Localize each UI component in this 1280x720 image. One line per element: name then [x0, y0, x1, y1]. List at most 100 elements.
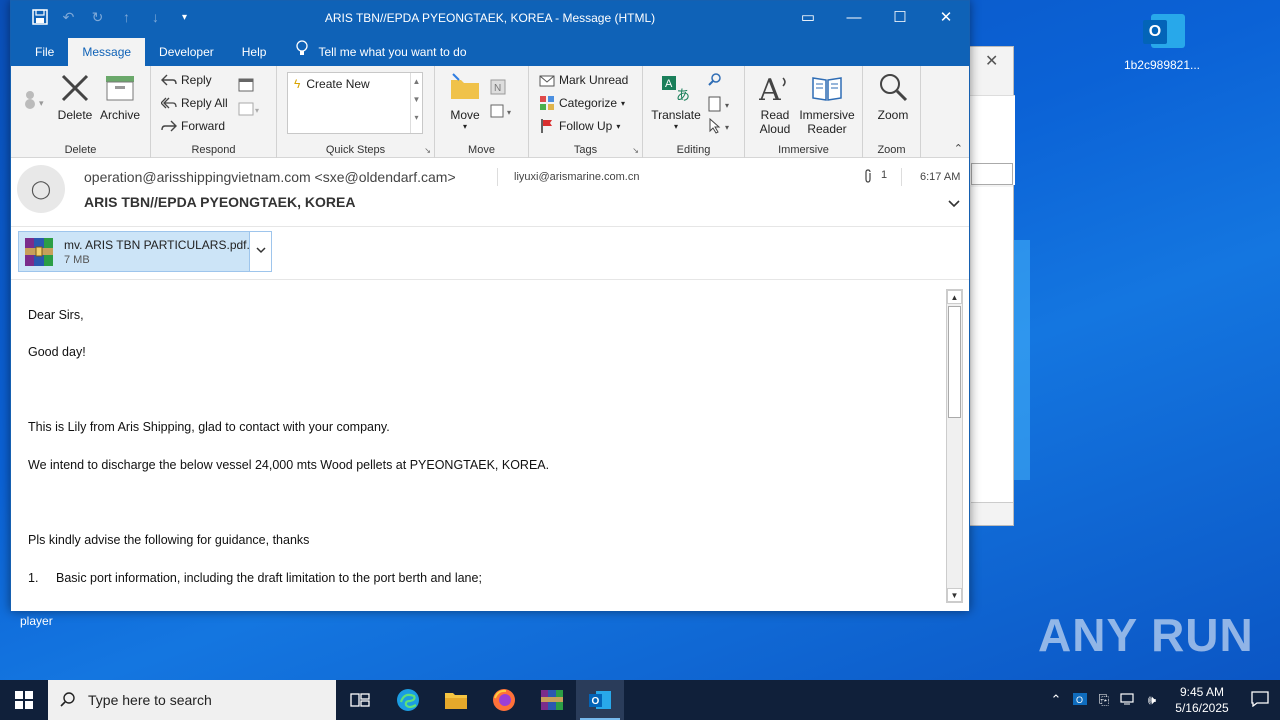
reply-button[interactable]: Reply [161, 72, 212, 88]
onenote-icon[interactable]: N [489, 78, 507, 96]
maximize-button[interactable]: ☐ [877, 1, 923, 35]
header-divider [901, 168, 902, 186]
sender[interactable]: operation@arisshippingvietnam.com <sxe@o… [84, 169, 456, 185]
scroll-thumb[interactable] [948, 306, 961, 418]
body-intro: This is Lily from Aris Shipping, glad to… [28, 420, 390, 434]
create-new-label: Create New [306, 77, 370, 91]
reply-all-icon [160, 95, 177, 111]
clock-date: 5/16/2025 [1175, 701, 1229, 715]
ribbon-display-options-icon[interactable]: ▭ [785, 1, 831, 35]
chevron-up-icon[interactable]: ⌃ [1044, 692, 1068, 708]
body-scrollbar[interactable]: ▲ ▼ [946, 289, 963, 603]
attachment-dropdown-icon[interactable] [249, 232, 271, 271]
firefox-icon[interactable] [480, 680, 528, 720]
read-aloud-button[interactable]: A Read Aloud [755, 72, 795, 136]
tab-developer[interactable]: Developer [145, 38, 228, 66]
delete-button[interactable]: Delete [57, 72, 93, 122]
categorize-button[interactable]: Categorize ▾ [539, 95, 625, 111]
outlook-icon: O [1139, 10, 1185, 52]
zoom-button[interactable]: Zoom [873, 72, 913, 122]
desktop-outlook-file-icon[interactable]: O 1b2c989821... [1122, 8, 1202, 72]
reply-all-button[interactable]: Reply All [160, 95, 228, 111]
svg-text:あ: あ [676, 87, 690, 103]
close-button[interactable]: ✕ [923, 1, 969, 35]
close-icon[interactable]: ✕ [985, 51, 998, 71]
outlook-tray-icon[interactable]: O [1068, 692, 1092, 709]
quick-steps-group: ϟ Create New ▲ ▼ ▾ Quick Steps ↘ [277, 66, 435, 158]
follow-up-button[interactable]: Follow Up ▾ [539, 118, 620, 134]
translate-button[interactable]: Aあ Translate ▾ [651, 72, 701, 131]
device-icon[interactable]: ⎘ [1092, 692, 1116, 708]
dialog-launcher-icon[interactable]: ↘ [632, 146, 639, 155]
volume-icon[interactable]: 🕪 [1140, 692, 1164, 708]
immersive-reader-icon [811, 72, 843, 104]
mark-unread-button[interactable]: Mark Unread [539, 72, 628, 88]
system-clock[interactable]: 9:45 AM 5/16/2025 [1164, 684, 1240, 716]
tags-group: Mark Unread Categorize ▾ Follow Up ▾ Tag… [529, 66, 643, 158]
task-view-icon[interactable] [336, 680, 384, 720]
recipient[interactable]: liyuxi@arismarine.com.cn [514, 171, 639, 183]
winrar-archive-icon [23, 236, 55, 268]
network-icon[interactable] [1116, 692, 1140, 709]
scroll-down-icon[interactable]: ▼ [947, 588, 962, 602]
ignore-icon[interactable]: ▾ [21, 88, 47, 113]
clock-time: 9:45 AM [1179, 685, 1225, 699]
tell-me-box[interactable]: Tell me what you want to do [280, 38, 467, 66]
move-button[interactable]: Move ▾ [445, 72, 485, 131]
avatar[interactable]: ◯ [17, 165, 65, 213]
winrar-icon[interactable] [528, 680, 576, 720]
tab-file[interactable]: File [21, 38, 68, 66]
select-icon[interactable]: ▾ [707, 118, 735, 134]
attachment-item[interactable]: mv. ARIS TBN PARTICULARS.pdf.7z 7 MB [18, 231, 272, 272]
follow-up-label: Follow Up [559, 119, 613, 133]
edge-icon[interactable] [384, 680, 432, 720]
folder-icon [449, 72, 481, 104]
message-body: Dear Sirs, Good day! This is Lily from A… [11, 281, 969, 611]
minimize-button[interactable]: — [831, 1, 877, 35]
expand-gallery-icon[interactable]: ▾ [411, 109, 422, 127]
lightbulb-icon [296, 38, 309, 66]
archive-label: Archive [99, 108, 140, 122]
find-icon[interactable] [707, 72, 723, 88]
file-explorer-icon[interactable] [432, 680, 480, 720]
categorize-label: Categorize [559, 96, 618, 110]
scroll-down-icon[interactable]: ▼ [411, 91, 422, 109]
archive-icon [104, 72, 136, 104]
read-aloud-label-line2: Aloud [759, 122, 791, 136]
svg-text:O: O [592, 696, 600, 707]
tab-message[interactable]: Message [68, 38, 146, 66]
forward-button[interactable]: Forward [161, 118, 225, 134]
outlook-taskbar-icon[interactable]: O [576, 680, 624, 720]
collapse-ribbon-icon[interactable]: ⌃ [954, 142, 963, 155]
move-dropdown-icon: ▾ [462, 122, 467, 131]
quick-steps-gallery[interactable]: ϟ Create New ▲ ▼ ▾ [287, 72, 423, 134]
immersive-reader-label-line1: Immersive [799, 108, 855, 122]
related-icon[interactable]: ▾ [707, 96, 735, 112]
scroll-up-icon[interactable]: ▲ [411, 73, 422, 91]
forward-icon [161, 118, 177, 134]
archive-button[interactable]: Archive [97, 72, 143, 122]
expand-header-icon[interactable] [947, 198, 961, 212]
background-window[interactable]: ✕ [968, 46, 1015, 526]
quick-step-create-new[interactable]: ϟ Create New [288, 73, 422, 95]
notification-icon[interactable] [1240, 690, 1280, 710]
immersive-reader-button[interactable]: Immersive Reader [797, 72, 857, 136]
taskbar-search-box[interactable]: Type here to search [48, 680, 336, 720]
respond-group: Reply Reply All Forward ▾ Respond [151, 66, 277, 158]
background-dropdown[interactable] [971, 163, 1013, 185]
reply-icon [161, 72, 177, 88]
zoom-label: Zoom [877, 108, 909, 122]
read-aloud-icon: A [758, 72, 791, 108]
rules-icon[interactable]: ▾ [489, 102, 517, 120]
start-button[interactable] [0, 680, 48, 720]
scroll-up-icon[interactable]: ▲ [947, 290, 962, 304]
quick-steps-scroll[interactable]: ▲ ▼ ▾ [410, 73, 422, 133]
dialog-launcher-icon[interactable]: ↘ [424, 146, 431, 155]
meeting-icon[interactable] [237, 76, 255, 94]
svg-text:N: N [494, 83, 501, 94]
tab-help[interactable]: Help [228, 38, 281, 66]
taskbar: Type here to search O ⌃ O ⎘ 🕪 9:45 AM 5/… [0, 680, 1280, 720]
quick-steps-group-label: Quick Steps [325, 144, 386, 156]
follow-up-dropdown-icon: ▾ [616, 121, 621, 131]
more-respond-icon[interactable]: ▾ [237, 100, 263, 118]
